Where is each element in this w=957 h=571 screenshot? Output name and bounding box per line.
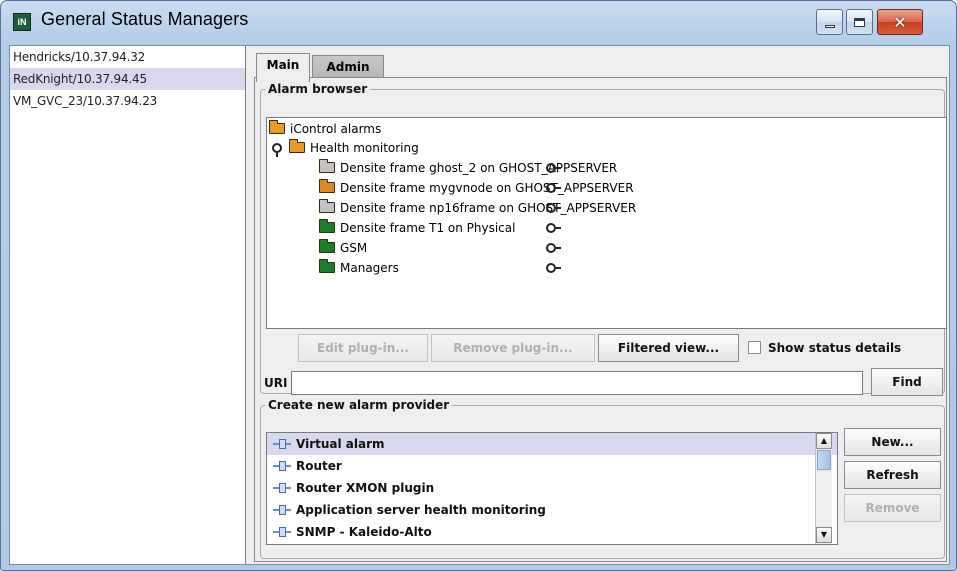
- tree-node-label: Health monitoring: [310, 140, 419, 155]
- tab-main[interactable]: Main: [256, 53, 310, 82]
- tree-node-label: Densite frame ghost_2 on GHOST_APPSERVER: [340, 160, 618, 175]
- remove-provider-button[interactable]: Remove: [844, 494, 941, 522]
- collapse-handle-icon[interactable]: [545, 161, 561, 175]
- remove-plugin-button[interactable]: Remove plug-in...: [431, 334, 595, 362]
- folder-green-icon: [319, 219, 335, 233]
- application-window: iN General Status Managers ✕ Hendricks/1…: [0, 0, 957, 571]
- maximize-button[interactable]: [846, 9, 873, 35]
- show-status-details-label: Show status details: [768, 341, 902, 355]
- tree-node-densite-t1[interactable]: Densite frame T1 on Physical: [301, 218, 561, 237]
- tree-node-managers[interactable]: Managers: [301, 258, 561, 277]
- tree-node-label: Densite frame np16frame on GHOST_APPSERV…: [340, 200, 637, 215]
- tree-node-label: iControl alarms: [290, 121, 382, 136]
- tree-node-densite-ghost-2[interactable]: Densite frame ghost_2 on GHOST_APPSERVER: [301, 158, 617, 177]
- create-provider-legend: Create new alarm provider: [268, 398, 450, 412]
- plugin-icon: [271, 438, 293, 450]
- tree-node-densite-mygvnode[interactable]: Densite frame mygvnode on GHOST_APPSERVE…: [301, 178, 634, 197]
- server-item-redknight[interactable]: RedKnight/10.37.94.45: [10, 68, 245, 90]
- alarm-tree[interactable]: iControl alarms Health monitoring Densit…: [266, 117, 947, 329]
- refresh-button[interactable]: Refresh: [844, 461, 941, 489]
- main-area: Main Admin Alarm browser iControl alarms: [254, 46, 949, 564]
- tree-node-gsm[interactable]: GSM: [301, 238, 561, 257]
- tree-node-label: Managers: [340, 260, 399, 275]
- provider-item-router[interactable]: Router: [267, 455, 837, 477]
- client-area: Hendricks/10.37.94.32 RedKnight/10.37.94…: [9, 45, 950, 565]
- server-item-vm-gvc-23[interactable]: VM_GVC_23/10.37.94.23: [10, 90, 245, 112]
- window-title: General Status Managers: [41, 9, 249, 29]
- collapse-handle-icon[interactable]: [545, 241, 561, 255]
- tree-node-health-monitoring[interactable]: Health monitoring: [271, 138, 419, 157]
- scroll-down-icon[interactable]: ▼: [816, 527, 832, 543]
- collapse-handle-icon[interactable]: [545, 261, 561, 275]
- scroll-thumb[interactable]: [817, 450, 831, 470]
- provider-item-snmp-kaleido-alto[interactable]: SNMP - Kaleido-Alto: [267, 521, 837, 543]
- collapse-handle-icon[interactable]: [545, 221, 561, 235]
- close-button[interactable]: ✕: [877, 9, 923, 35]
- provider-list[interactable]: Virtual alarm Router Router XMON plugin: [266, 432, 838, 545]
- tree-node-label: Densite frame mygvnode on GHOST_APPSERVE…: [340, 180, 634, 195]
- folder-orange-icon: [319, 179, 335, 193]
- provider-label: SNMP - Kaleido-Alto: [296, 525, 432, 539]
- uri-input[interactable]: [291, 371, 863, 395]
- plugin-icon: [271, 460, 293, 472]
- alarm-browser-legend: Alarm browser: [268, 82, 368, 96]
- server-item-hendricks[interactable]: Hendricks/10.37.94.32: [10, 46, 245, 68]
- minimize-icon: [824, 24, 835, 28]
- folder-open-icon: [269, 120, 285, 134]
- maximize-icon: [854, 17, 865, 27]
- provider-label: Router XMON plugin: [296, 481, 435, 495]
- new-provider-button[interactable]: New...: [844, 428, 941, 456]
- tree-node-label: Densite frame T1 on Physical: [340, 220, 516, 235]
- collapse-handle-icon[interactable]: [545, 201, 561, 215]
- tree-node-label: GSM: [340, 240, 368, 255]
- provider-label: Router: [296, 459, 342, 473]
- folder-green-icon: [319, 259, 335, 273]
- provider-label: Virtual alarm: [296, 437, 385, 451]
- plugin-icon: [271, 482, 293, 494]
- plugin-icon: [271, 526, 293, 538]
- provider-label: Application server health monitoring: [296, 503, 546, 517]
- folder-gray-icon: [319, 159, 335, 173]
- show-status-details-checkbox[interactable]: [748, 341, 761, 354]
- folder-gray-icon: [319, 199, 335, 213]
- collapse-handle-icon[interactable]: [545, 181, 561, 195]
- uri-label: URI: [264, 376, 288, 390]
- expand-handle-icon[interactable]: [271, 141, 285, 157]
- tab-panel-main: Alarm browser iControl alarms Health mon…: [254, 77, 947, 562]
- close-icon: ✕: [893, 12, 907, 32]
- minimize-button[interactable]: [816, 9, 843, 35]
- provider-item-app-server-health[interactable]: Application server health monitoring: [267, 499, 837, 521]
- title-bar[interactable]: iN General Status Managers ✕: [1, 1, 956, 45]
- provider-item-virtual-alarm[interactable]: Virtual alarm: [267, 433, 837, 455]
- tree-node-densite-np16frame[interactable]: Densite frame np16frame on GHOST_APPSERV…: [301, 198, 636, 217]
- folder-open-icon: [289, 139, 305, 153]
- create-provider-group: Create new alarm provider Virtual alarm …: [260, 398, 945, 559]
- plugin-icon: [271, 504, 293, 516]
- scroll-up-icon[interactable]: ▲: [816, 433, 832, 449]
- filtered-view-button[interactable]: Filtered view...: [598, 334, 739, 362]
- tree-node-icontrol-alarms[interactable]: iControl alarms: [269, 119, 381, 138]
- provider-list-scrollbar[interactable]: ▲ ▼: [815, 433, 832, 544]
- folder-green-icon: [319, 239, 335, 253]
- alarm-browser-group: Alarm browser iControl alarms Health mon…: [260, 82, 947, 396]
- app-logo-icon: iN: [13, 13, 31, 31]
- provider-item-router-xmon[interactable]: Router XMON plugin: [267, 477, 837, 499]
- edit-plugin-button[interactable]: Edit plug-in...: [298, 334, 428, 362]
- find-button[interactable]: Find: [871, 368, 943, 396]
- server-list[interactable]: Hendricks/10.37.94.32 RedKnight/10.37.94…: [10, 46, 246, 564]
